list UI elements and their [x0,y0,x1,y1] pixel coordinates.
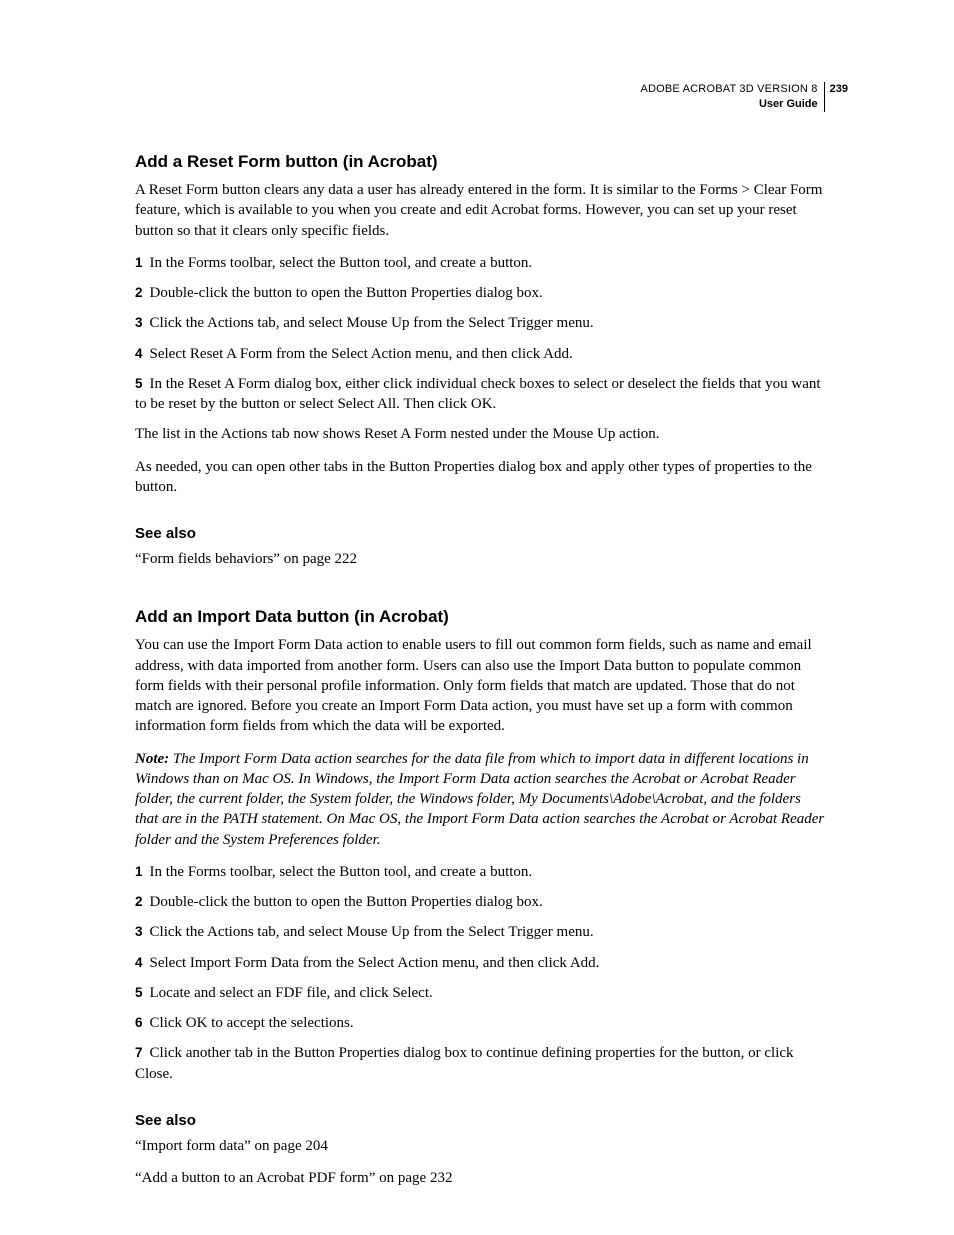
step-item: 7Click another tab in the Button Propert… [135,1043,825,1084]
step-text: Click OK to accept the selections. [150,1015,354,1031]
body-paragraph: The list in the Actions tab now shows Re… [135,424,825,444]
step-number: 3 [135,924,143,939]
step-item: 1 In the Forms toolbar, select the Button… [135,862,825,882]
step-text: Select Reset A Form from the Select Acti… [150,346,573,362]
step-text: Double-click the button to open the Butt… [150,285,543,301]
note-paragraph: Note: The Import Form Data action search… [135,749,825,850]
step-number: 5 [135,376,143,391]
step-number: 5 [135,985,143,1000]
see-also-heading: See also [135,1112,825,1129]
page-content: Add a Reset Form button (in Acrobat) A R… [135,152,825,1226]
step-text: Click the Actions tab, and select Mouse … [150,924,594,940]
step-text: Locate and select an FDF file, and click… [150,985,433,1001]
step-item: 3 Click the Actions tab, and select Mouse… [135,313,825,333]
step-text: Click another tab in the Button Properti… [135,1045,794,1081]
see-also-link[interactable]: “Import form data” on page 204 [135,1136,825,1156]
step-item: 5 Locate and select an FDF file, and clic… [135,983,825,1003]
intro-paragraph: You can use the Import Form Data action … [135,635,825,736]
step-number: 2 [135,285,143,300]
step-text: Click the Actions tab, and select Mouse … [150,315,594,331]
step-item: 1 In the Forms toolbar, select the Button… [135,253,825,273]
step-number: 6 [135,1015,143,1030]
section-heading: Add an Import Data button (in Acrobat) [135,607,825,627]
step-text: Select Import Form Data from the Select … [150,955,600,971]
see-also-heading: See also [135,525,825,542]
step-number: 1 [135,864,143,879]
step-item: 6 Click OK to accept the selections. [135,1013,825,1033]
note-body: The Import Form Data action searches for… [135,751,824,848]
step-item: 3 Click the Actions tab, and select Mouse… [135,922,825,942]
step-number: 7 [135,1045,143,1060]
step-text: In the Forms toolbar, select the Button … [150,255,533,271]
page-header-text: ADOBE ACROBAT 3D VERSION 8 User Guide [640,82,823,112]
step-item: 2 Double-click the button to open the But… [135,892,825,912]
step-number: 4 [135,955,143,970]
step-text: Double-click the button to open the Butt… [150,894,543,910]
intro-paragraph: A Reset Form button clears any data a us… [135,180,825,241]
step-item: 5In the Reset A Form dialog box, either … [135,374,825,415]
step-text: In the Reset A Form dialog box, either c… [135,376,821,412]
header-guide: User Guide [640,97,817,112]
header-page-number: 239 [825,82,848,112]
note-label: Note: [135,751,169,767]
step-item: 4 Select Reset A Form from the Select Act… [135,344,825,364]
header-product: ADOBE ACROBAT 3D VERSION 8 [640,82,817,97]
body-paragraph: As needed, you can open other tabs in th… [135,457,825,498]
see-also-block: See also “Form fields behaviors” on page… [135,525,825,569]
step-number: 2 [135,894,143,909]
step-item: 2 Double-click the button to open the But… [135,283,825,303]
see-also-link[interactable]: “Form fields behaviors” on page 222 [135,549,825,569]
section-heading: Add a Reset Form button (in Acrobat) [135,152,825,172]
step-number: 4 [135,346,143,361]
see-also-link[interactable]: “Add a button to an Acrobat PDF form” on… [135,1168,825,1188]
step-number: 3 [135,315,143,330]
step-number: 1 [135,255,143,270]
step-text: In the Forms toolbar, select the Button … [150,864,533,880]
see-also-block: See also “Import form data” on page 204 … [135,1112,825,1189]
step-item: 4 Select Import Form Data from the Select… [135,953,825,973]
page-header: ADOBE ACROBAT 3D VERSION 8 User Guide 23… [640,82,848,112]
section: Add an Import Data button (in Acrobat) Y… [135,607,825,1188]
